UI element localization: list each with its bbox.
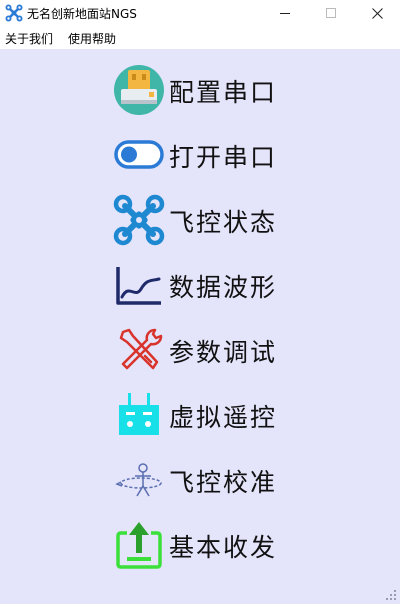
basic-send-receive-button[interactable]: 基本收发 (110, 516, 300, 572)
upload-tray-icon (116, 522, 162, 569)
wrench-screwdriver-icon (119, 328, 163, 370)
quadcopter-icon (113, 194, 165, 246)
title-bar[interactable]: 无名创新地面站NGS (0, 0, 400, 26)
basic-send-receive-label: 基本收发 (169, 533, 278, 562)
window-title: 无名创新地面站NGS (27, 7, 137, 21)
flight-calibration-label: 飞控校准 (169, 468, 278, 497)
flight-status-button[interactable]: 飞控状态 (110, 191, 300, 247)
maximize-button[interactable] (308, 0, 354, 26)
menu-about-us[interactable]: 关于我们 (5, 30, 53, 47)
app-drone-icon (5, 4, 23, 22)
main-panel: 配置串口 打开串口 飞控状态 数据波形 参数调试 虚拟遥控 飞控校准 基本收发 (0, 49, 400, 604)
config-serial-button[interactable]: 配置串口 (110, 61, 300, 117)
menu-help[interactable]: 使用帮助 (68, 30, 116, 47)
close-button[interactable] (354, 0, 400, 26)
config-serial-label: 配置串口 (169, 78, 278, 107)
minimize-icon (280, 13, 290, 14)
line-chart-icon (116, 267, 161, 305)
usb-drive-icon (114, 65, 164, 115)
menu-bar: 关于我们 使用帮助 (0, 26, 400, 48)
maximize-icon (326, 8, 336, 18)
parameter-debug-button[interactable]: 参数调试 (110, 321, 300, 377)
open-serial-button[interactable]: 打开串口 (110, 126, 300, 182)
resize-grip-icon[interactable] (385, 589, 397, 601)
flight-status-label: 飞控状态 (169, 208, 278, 237)
toggle-switch-icon (114, 140, 164, 169)
minimize-button[interactable] (262, 0, 308, 26)
parameter-debug-label: 参数调试 (169, 338, 278, 367)
calibration-icon (115, 463, 162, 497)
close-icon (371, 7, 383, 19)
virtual-remote-button[interactable]: 虚拟遥控 (110, 386, 300, 442)
open-serial-label: 打开串口 (169, 143, 278, 172)
data-waveform-label: 数据波形 (169, 273, 278, 302)
remote-controller-icon (119, 393, 159, 435)
flight-calibration-button[interactable]: 飞控校准 (110, 451, 300, 507)
virtual-remote-label: 虚拟遥控 (169, 403, 278, 432)
data-waveform-button[interactable]: 数据波形 (110, 256, 300, 312)
